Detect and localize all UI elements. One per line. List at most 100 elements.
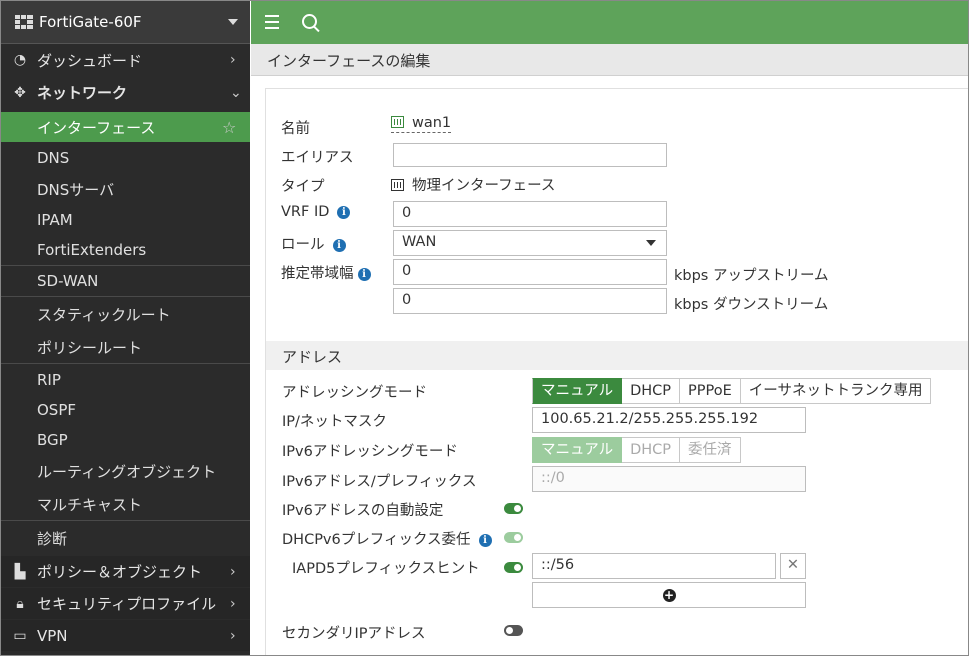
sidebar-item-network[interactable]: ✥ ネットワーク ⌄ [1, 77, 250, 108]
alias-input[interactable] [393, 143, 667, 167]
ipv6-mode-group: マニュアル DHCP 委任済 [532, 437, 741, 463]
type-label: タイプ [281, 179, 325, 195]
dhcpv6-delegation-label: DHCPv6プレフィックス委任 i [282, 528, 492, 549]
info-icon[interactable]: i [332, 239, 346, 252]
ipv6-mode-delegated-button[interactable]: 委任済 [680, 437, 741, 463]
divider [1, 520, 250, 521]
sidebar-item-diagnostics[interactable]: 診断 [1, 523, 250, 554]
vrf-id-input[interactable]: 0 [393, 201, 667, 227]
sidebar-item-label: FortiExtenders [37, 241, 147, 259]
menu-icon[interactable] [265, 15, 279, 33]
sidebar-item-security-profiles[interactable]: 🔒︎ セキュリティプロファイル › [1, 588, 250, 619]
plus-circle-icon: + [662, 588, 676, 602]
remove-icon[interactable]: ✕ [780, 553, 806, 579]
downstream-input[interactable]: 0 [393, 288, 667, 314]
ipv6-auto-config-toggle[interactable] [504, 503, 523, 514]
physical-interface-icon [391, 179, 404, 191]
sidebar-item-dashboard[interactable]: ◔ ダッシュボード › [1, 45, 250, 75]
sidebar-item-label: IPAM [37, 211, 73, 229]
dhcpv6-label-text: DHCPv6プレフィックス委任 [282, 532, 471, 548]
sidebar-item-label: DNS [37, 149, 70, 167]
interface-port-icon [391, 116, 404, 128]
network-move-icon: ✥ [14, 84, 26, 101]
downstream-unit: kbps ダウンストリーム [674, 297, 829, 313]
iapd-hint-toggle[interactable] [504, 562, 523, 573]
sidebar-item-label: ルーティングオブジェクト [37, 463, 217, 481]
sidebar-item-routing-objects[interactable]: ルーティングオブジェクト [1, 456, 250, 487]
sidebar-item-label: ネットワーク [37, 84, 128, 102]
mode-ethernet-trunk-button[interactable]: イーサネットトランク専用 [740, 378, 932, 404]
sidebar-item-interfaces[interactable]: インターフェース ☆ [1, 112, 250, 142]
type-text: 物理インターフェース [412, 178, 556, 194]
sidebar: FortiGate-60F ◔ ダッシュボード › ✥ ネットワーク ⌄ インタ… [1, 1, 250, 655]
sidebar-item-dns-server[interactable]: DNSサーバ [1, 174, 250, 204]
upstream-input[interactable]: 0 [393, 259, 667, 285]
sidebar-item-label: ポリシー＆オブジェクト [37, 563, 203, 581]
ip-netmask-input[interactable]: 100.65.21.2/255.255.255.192 [532, 407, 806, 433]
chevron-down-icon[interactable] [228, 19, 238, 25]
ipv6-prefix-label: IPv6アドレス/プレフィックス [282, 474, 477, 490]
ipv6-mode-dhcp-button[interactable]: DHCP [622, 437, 681, 463]
ipv6-mode-manual-button[interactable]: マニュアル [532, 437, 623, 463]
role-label: ロール i [281, 233, 346, 254]
policy-icon: ▙ [14, 563, 26, 580]
vrf-label-text: VRF ID [281, 204, 330, 220]
type-value: 物理インターフェース [391, 174, 555, 195]
sidebar-item-label: インターフェース [37, 118, 156, 137]
sidebar-item-label: セキュリティプロファイル [37, 595, 217, 613]
sidebar-item-policy-objects[interactable]: ▙ ポリシー＆オブジェクト › [1, 556, 250, 587]
mode-pppoe-button[interactable]: PPPoE [680, 378, 741, 404]
ipv6-prefix-input[interactable]: ::/0 [532, 466, 806, 492]
iapd-hint-input[interactable]: ::/56 [532, 553, 776, 579]
monitor-icon: ▭ [13, 627, 27, 644]
sidebar-item-multicast[interactable]: マルチキャスト [1, 489, 250, 520]
dhcpv6-delegation-toggle[interactable] [504, 532, 523, 543]
sidebar-item-label: OSPF [37, 401, 77, 419]
chevron-right-icon: › [230, 595, 236, 612]
search-icon[interactable] [302, 14, 317, 29]
fortigate-logo-icon [15, 15, 33, 29]
sidebar-item-sd-wan[interactable]: SD-WAN [1, 266, 250, 296]
sidebar-item-bgp[interactable]: BGP [1, 425, 250, 455]
name-label: 名前 [281, 121, 310, 137]
role-select[interactable]: WAN [393, 230, 667, 256]
bandwidth-label: 推定帯域幅 i [281, 262, 371, 283]
device-selector[interactable]: FortiGate-60F [1, 1, 250, 44]
address-section-header: アドレス [266, 341, 968, 370]
secondary-ip-toggle[interactable] [504, 625, 523, 636]
star-icon[interactable]: ☆ [222, 118, 250, 137]
top-bar [251, 1, 968, 44]
chevron-right-icon: › [230, 627, 236, 644]
add-button[interactable]: + [532, 582, 806, 608]
secondary-ip-label: セカンダリIPアドレス [282, 626, 426, 642]
sidebar-item-label: ポリシールート [37, 339, 143, 357]
sidebar-item-ipam[interactable]: IPAM [1, 205, 250, 235]
addressing-mode-group: マニュアル DHCP PPPoE イーサネットトランク専用 [532, 378, 932, 404]
sidebar-item-policy-route[interactable]: ポリシールート [1, 332, 250, 363]
ipv6-auto-config-label: IPv6アドレスの自動設定 [282, 503, 444, 519]
sidebar-item-dns[interactable]: DNS [1, 143, 250, 173]
sidebar-item-fortiextenders[interactable]: FortiExtenders [1, 235, 250, 265]
ip-netmask-label: IP/ネットマスク [282, 414, 387, 430]
sidebar-item-rip[interactable]: RIP [1, 365, 250, 395]
chevron-down-icon [646, 240, 656, 246]
sidebar-item-label: RIP [37, 371, 61, 389]
iapd-hint-label: IAPD5プレフィックスヒント [292, 561, 480, 577]
info-icon[interactable]: i [357, 268, 371, 281]
sidebar-item-vpn[interactable]: ▭ VPN › [1, 620, 250, 651]
chevron-right-icon: › [230, 52, 236, 68]
page-title: インターフェースの編集 [267, 52, 431, 70]
role-label-text: ロール [281, 237, 325, 253]
app-window: FortiGate-60F ◔ ダッシュボード › ✥ ネットワーク ⌄ インタ… [0, 0, 969, 656]
sidebar-item-ospf[interactable]: OSPF [1, 395, 250, 425]
info-icon[interactable]: i [337, 206, 351, 219]
mode-dhcp-button[interactable]: DHCP [622, 378, 681, 404]
vrf-label: VRF ID i [281, 204, 351, 220]
info-icon[interactable]: i [478, 534, 492, 547]
sidebar-item-static-route[interactable]: スタティックルート [1, 299, 250, 330]
chevron-down-icon: ⌄ [230, 84, 242, 101]
section-title: アドレス [282, 348, 343, 366]
interface-name: wan1 [412, 115, 452, 131]
sidebar-item-label: マルチキャスト [37, 496, 143, 514]
mode-manual-button[interactable]: マニュアル [532, 378, 623, 404]
